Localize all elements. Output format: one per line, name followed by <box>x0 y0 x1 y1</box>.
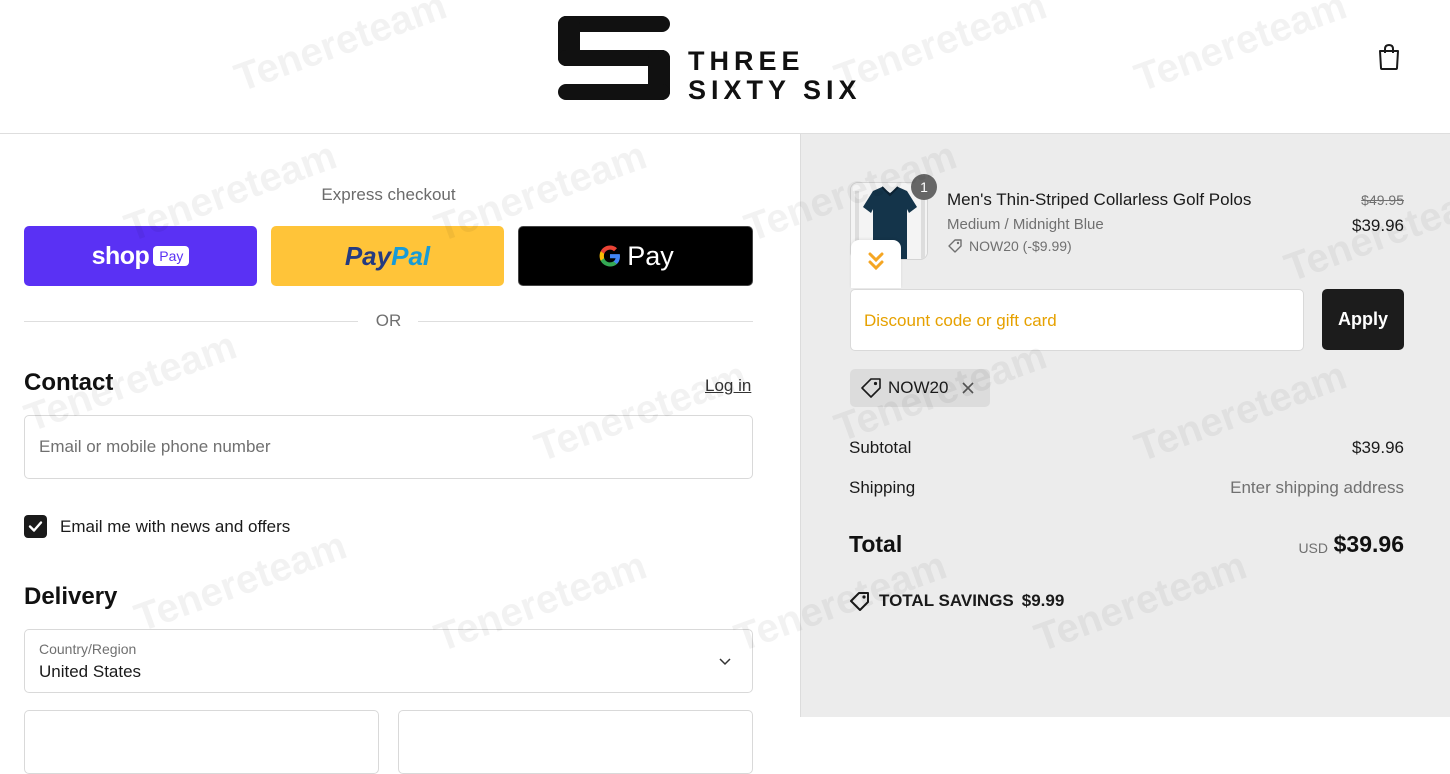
paypal-logo-text: PayPal <box>345 241 430 272</box>
shop-pay-button[interactable]: shop Pay <box>24 226 257 286</box>
contact-title: Contact <box>24 369 114 396</box>
newsletter-label: Email me with news and offers <box>60 517 291 536</box>
country-select-value: United States <box>39 662 142 681</box>
discount-code-placeholder: Discount code or gift card <box>864 311 1057 330</box>
product-name: Men's Thin-Striped Collarless Golf Polos <box>947 190 1252 209</box>
express-checkout-title: Express checkout <box>321 185 456 204</box>
country-select-label: Country/Region <box>39 641 137 657</box>
total-savings: TOTAL SAVINGS $9.99 <box>849 591 1064 611</box>
discount-tag-icon <box>861 378 881 398</box>
applied-code-chip: NOW20 <box>850 369 990 407</box>
newsletter-checkbox[interactable] <box>24 515 47 538</box>
or-divider: OR <box>24 310 753 332</box>
country-select[interactable]: Country/Region United States <box>24 629 753 693</box>
total-label: Total <box>849 531 903 557</box>
product-discount: NOW20 (-$9.99) <box>947 238 1072 254</box>
brand-name-line2: SIXTY SIX <box>688 75 862 105</box>
brand-name-line1: THREE <box>688 46 805 76</box>
first-name-field[interactable] <box>24 710 379 774</box>
email-field[interactable]: Email or mobile phone number <box>24 415 753 479</box>
shipping-label: Shipping <box>849 478 916 497</box>
total-savings-value: $9.99 <box>1021 591 1065 610</box>
total-savings-label: TOTAL SAVINGS <box>879 591 1014 610</box>
remove-code-close-icon[interactable] <box>960 380 976 396</box>
total-currency: USD <box>1298 540 1328 556</box>
product-discount-text: NOW20 (-$9.99) <box>969 238 1072 254</box>
checkout-form-panel: Express checkout shop Pay PayPal Pay OR … <box>0 134 800 774</box>
quantity-badge: 1 <box>911 174 937 200</box>
discount-tag-icon <box>948 239 962 253</box>
discount-code-input[interactable]: Discount code or gift card <box>850 289 1304 351</box>
coupon-extension-tab[interactable] <box>851 240 901 288</box>
google-pay-label: Pay <box>627 240 674 271</box>
shop-pay-logo-text: shop <box>91 241 150 270</box>
last-name-field[interactable] <box>398 710 753 774</box>
checkmark-icon <box>28 521 43 532</box>
applied-code-text: NOW20 <box>888 378 949 397</box>
product-price: $39.96 <box>1352 216 1404 235</box>
shop-pay-badge: Pay <box>153 246 190 266</box>
email-field-placeholder: Email or mobile phone number <box>39 437 271 456</box>
brand-logo-mark <box>558 16 670 100</box>
brand-logo[interactable]: THREE SIXTY SIX <box>558 16 868 104</box>
total-value: $39.96 <box>1333 531 1404 557</box>
shopping-bag-icon[interactable] <box>1376 43 1402 71</box>
paypal-button[interactable]: PayPal <box>271 226 504 286</box>
subtotal-value: $39.96 <box>1352 438 1404 457</box>
log-in-link[interactable]: Log in <box>705 376 751 396</box>
google-g-icon <box>599 245 621 267</box>
shipping-value: Enter shipping address <box>1230 478 1404 497</box>
order-summary-panel: 1 Men's Thin-Striped Collarless Golf Pol… <box>800 134 1450 717</box>
chevron-down-icon <box>719 658 731 666</box>
paypal-logo-part2: Pal <box>391 240 431 271</box>
apply-discount-button[interactable]: Apply <box>1322 289 1404 350</box>
site-header: THREE SIXTY SIX <box>0 0 1450 134</box>
paypal-logo-part1: Pay <box>344 240 392 271</box>
delivery-title: Delivery <box>24 583 118 610</box>
product-original-price: $49.95 <box>1361 192 1404 208</box>
double-chevron-down-icon <box>868 252 884 271</box>
google-pay-button[interactable]: Pay <box>518 226 753 286</box>
divider-line-right <box>418 321 753 322</box>
savings-tag-icon <box>850 592 869 611</box>
product-variant: Medium / Midnight Blue <box>947 216 1104 233</box>
subtotal-label: Subtotal <box>849 438 912 457</box>
